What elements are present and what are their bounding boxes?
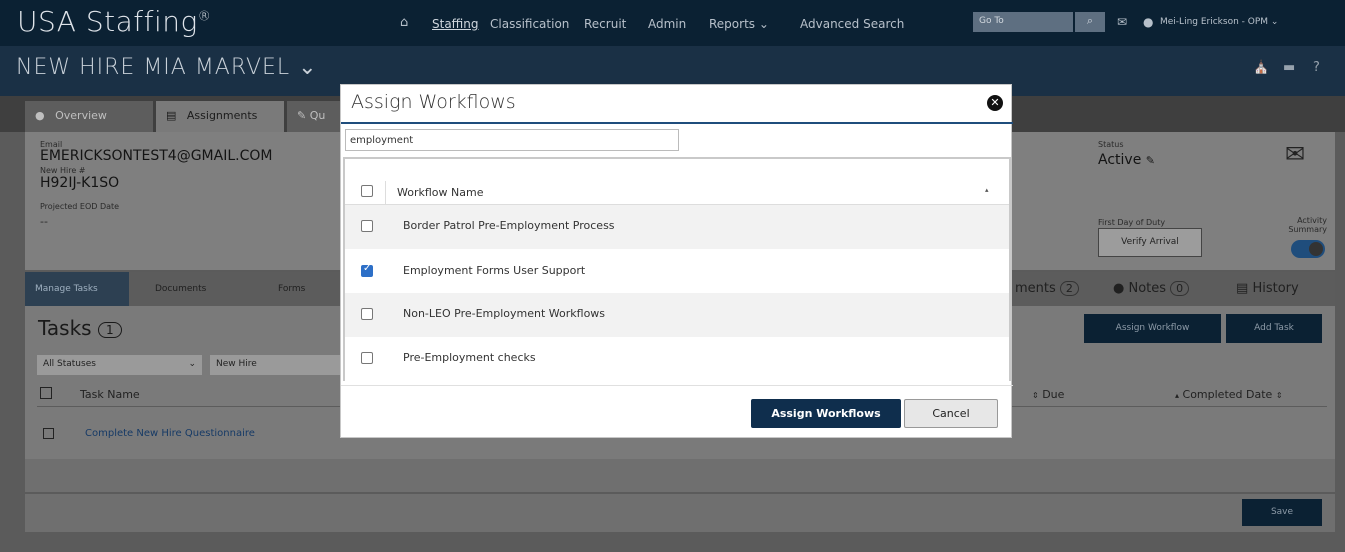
clipboard-icon: ▤ [166,109,177,122]
nav-classification[interactable]: Classification [490,17,569,31]
home-icon[interactable]: ⌂ [400,15,408,30]
help-icon[interactable]: ? [1313,60,1320,75]
verify-arrival-button[interactable]: Verify Arrival [1098,228,1202,257]
col-completed-date[interactable]: ▴ Completed Date ⇕ [1175,388,1283,401]
user-icon: ● [1143,15,1154,29]
status-label: Status [1098,140,1124,149]
print-icon: ▤ [1236,281,1249,296]
modal-divider [341,122,1013,124]
chevron-down-icon: ⌄ [188,359,196,369]
mail-icon[interactable]: ✉ [1117,15,1127,29]
select-all-checkbox[interactable] [361,185,373,197]
nav-recruit[interactable]: Recruit [584,17,626,31]
status-filter-select[interactable]: All Statuses ⌄ [37,355,202,375]
activity-summary-toggle[interactable] [1291,240,1325,258]
envelope-check-icon: ✉ [1285,140,1306,168]
col-due[interactable]: ⇕ Due [1032,388,1064,401]
row-checkbox[interactable] [361,308,373,320]
email-value: EMERICKSONTEST4@GMAIL.COM [40,148,273,164]
footer-bar [25,494,1335,532]
nav-staffing[interactable]: Staffing [432,17,479,31]
workflow-name: Border Patrol Pre-Employment Process [403,219,615,232]
tab-comments[interactable]: ments 2 [1015,281,1079,296]
assign-workflows-button[interactable]: Assign Workflows [751,399,901,428]
newhire-value: H92IJ-K1SO [40,175,120,191]
workflow-list: Workflow Name ▴ Border Patrol Pre-Employ… [343,157,1011,381]
bank-icon[interactable]: ⛪ [1253,60,1269,75]
task-checkbox[interactable] [43,428,54,439]
user-menu[interactable]: Mei-Ling Erickson - OPM ⌄ [1160,17,1278,27]
sort-icon[interactable]: ▴ [985,186,989,194]
eod-value: -- [40,215,48,228]
status-value[interactable]: Active ✎ [1098,152,1155,168]
tab-notes[interactable]: ● Notes 0 [1113,281,1190,296]
workflow-name: Pre-Employment checks [403,351,536,364]
brand-logo[interactable]: USA Staffing® [17,5,211,38]
cancel-button[interactable]: Cancel [904,399,998,428]
edit-icon: ✎ [297,109,307,122]
workflow-name: Non-LEO Pre-Employment Workflows [403,307,606,320]
chevron-down-icon: ⌄ [758,17,769,31]
tab-questionnaire[interactable]: ✎ Qu [287,101,342,132]
close-icon[interactable]: ✕ [987,95,1003,111]
tab-history[interactable]: ▤ History [1236,281,1299,296]
assign-workflows-modal: Assign Workflows ✕ Workflow Name ▴ Borde… [340,84,1013,438]
comment-icon[interactable]: ▬ [1283,60,1295,75]
save-button[interactable]: Save [1242,499,1322,526]
newhire-label: New Hire # [40,166,86,175]
type-filter-select[interactable]: New Hire [210,355,340,375]
nav-admin[interactable]: Admin [648,17,686,31]
nav-reports[interactable]: Reports ⌄ [709,17,769,31]
add-task-button[interactable]: Add Task [1226,314,1322,343]
assign-workflow-button[interactable]: Assign Workflow [1084,314,1221,343]
col-workflow-name[interactable]: Workflow Name [397,186,483,199]
tab-assignments[interactable]: ▤ Assignments [156,101,284,132]
step-forms[interactable]: Forms [278,284,305,294]
task-link[interactable]: Complete New Hire Questionnaire [85,428,255,439]
list-item[interactable]: ✓ Employment Forms User Support [345,249,1009,293]
table-empty-row [25,459,1335,492]
divider [341,385,1013,386]
select-all-tasks-checkbox[interactable] [40,387,52,399]
row-checkbox[interactable] [361,352,373,364]
activity-summary-label: Activity Summary [1288,216,1327,234]
first-day-label: First Day of Duty [1098,218,1166,227]
goto-input[interactable]: Go To [973,12,1073,32]
list-item[interactable]: Pre-Employment checks [345,337,1009,381]
divider [385,181,386,205]
tab-overview[interactable]: ● Overview [25,101,153,132]
list-header: Workflow Name ▴ [345,181,1009,205]
list-item[interactable]: Border Patrol Pre-Employment Process [345,205,1009,249]
row-checkbox[interactable]: ✓ [361,263,373,277]
eod-label: Projected EOD Date [40,202,120,211]
comment-icon: ● [1113,281,1125,296]
modal-title: Assign Workflows [351,91,516,113]
col-task-name[interactable]: Task Name [80,388,140,401]
edit-icon: ✎ [1145,154,1155,167]
list-item[interactable]: Non-LEO Pre-Employment Workflows [345,293,1009,337]
circle-icon: ● [35,109,45,122]
workflow-search-input[interactable] [345,129,679,151]
search-icon[interactable]: ⌕ [1075,12,1105,32]
nav-advanced-search[interactable]: Advanced Search [800,17,904,31]
step-documents[interactable]: Documents [155,284,206,294]
row-checkbox[interactable] [361,220,373,232]
tasks-title: Tasks 1 [38,316,122,340]
list-spacer [345,159,1009,181]
step-manage-tasks[interactable]: Manage Tasks [25,272,129,306]
page-title[interactable]: NEW HIRE MIA MARVEL ⌄ [16,55,318,80]
workflow-name: Employment Forms User Support [403,264,586,277]
